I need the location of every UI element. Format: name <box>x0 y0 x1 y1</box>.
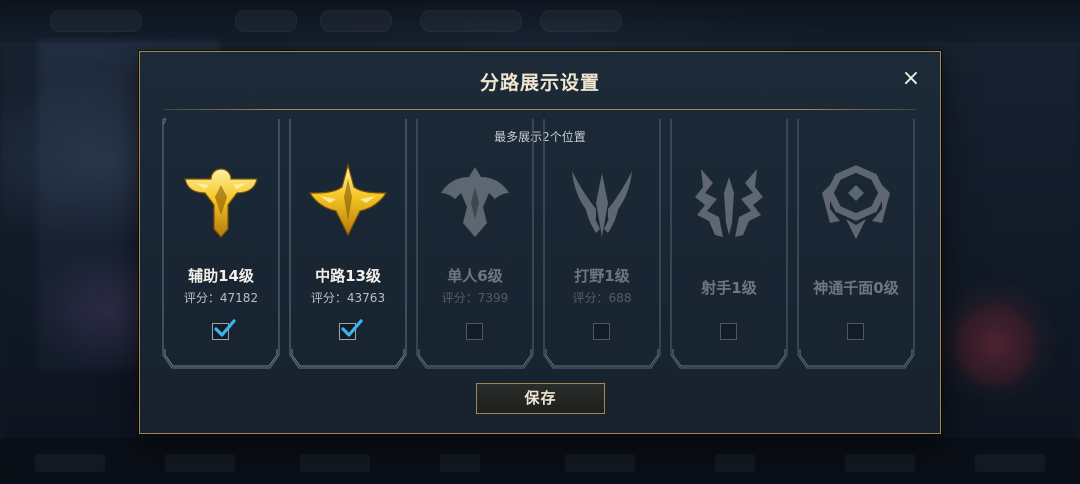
mid-lane-role-icon <box>308 163 388 237</box>
lane-name: 辅助14级 <box>188 267 254 285</box>
lane-score: 评分：688 <box>572 291 632 305</box>
title-divider <box>164 109 916 110</box>
lane-name: 单人6级 <box>447 267 503 285</box>
lane-card-marksman[interactable]: 射手1级 <box>670 117 788 369</box>
lane-name: 射手1级 <box>701 279 757 297</box>
lane-display-settings-dialog: 分路展示设置 × 最多展示2个位置 辅助14级 评分：47182 中路13级 评… <box>139 51 941 434</box>
lane-card-versatile[interactable]: 神通千面0级 <box>797 117 915 369</box>
checkmark-icon <box>214 319 236 337</box>
lane-score: 评分：43763 <box>310 291 386 305</box>
jungle-role-icon <box>572 171 632 237</box>
dialog-title: 分路展示设置 <box>479 72 600 94</box>
lane-name: 中路13级 <box>315 267 381 285</box>
lane-card-solo[interactable]: 单人6级 评分：7399 <box>416 117 534 369</box>
save-button[interactable]: 保存 <box>476 383 605 414</box>
lane-card-mid[interactable]: 中路13级 评分：43763 <box>289 117 407 369</box>
lane-card-list: 辅助14级 评分：47182 中路13级 评分：43763 单人6级 评分：73… <box>162 117 918 369</box>
marksman-role-icon <box>695 169 763 237</box>
lane-name: 神通千面0级 <box>813 279 899 297</box>
lane-score: 评分：7399 <box>441 291 509 305</box>
lane-card-support[interactable]: 辅助14级 评分：47182 <box>162 117 280 369</box>
lane-checkbox-mid[interactable] <box>339 319 363 340</box>
solo-lane-role-icon <box>441 167 509 237</box>
lane-checkbox-solo[interactable] <box>466 323 483 340</box>
lane-card-jungle[interactable]: 打野1级 评分：688 <box>543 117 661 369</box>
lane-checkbox-support[interactable] <box>212 319 236 340</box>
lane-name: 打野1级 <box>574 267 630 285</box>
lane-checkbox-versatile[interactable] <box>847 323 864 340</box>
checkmark-icon <box>341 319 363 337</box>
close-icon[interactable]: × <box>900 68 922 90</box>
lane-checkbox-jungle[interactable] <box>593 323 610 340</box>
versatile-role-icon <box>822 165 890 239</box>
lane-checkbox-marksman[interactable] <box>720 323 737 340</box>
lane-score: 评分：47182 <box>183 291 259 305</box>
support-role-icon <box>184 168 258 238</box>
